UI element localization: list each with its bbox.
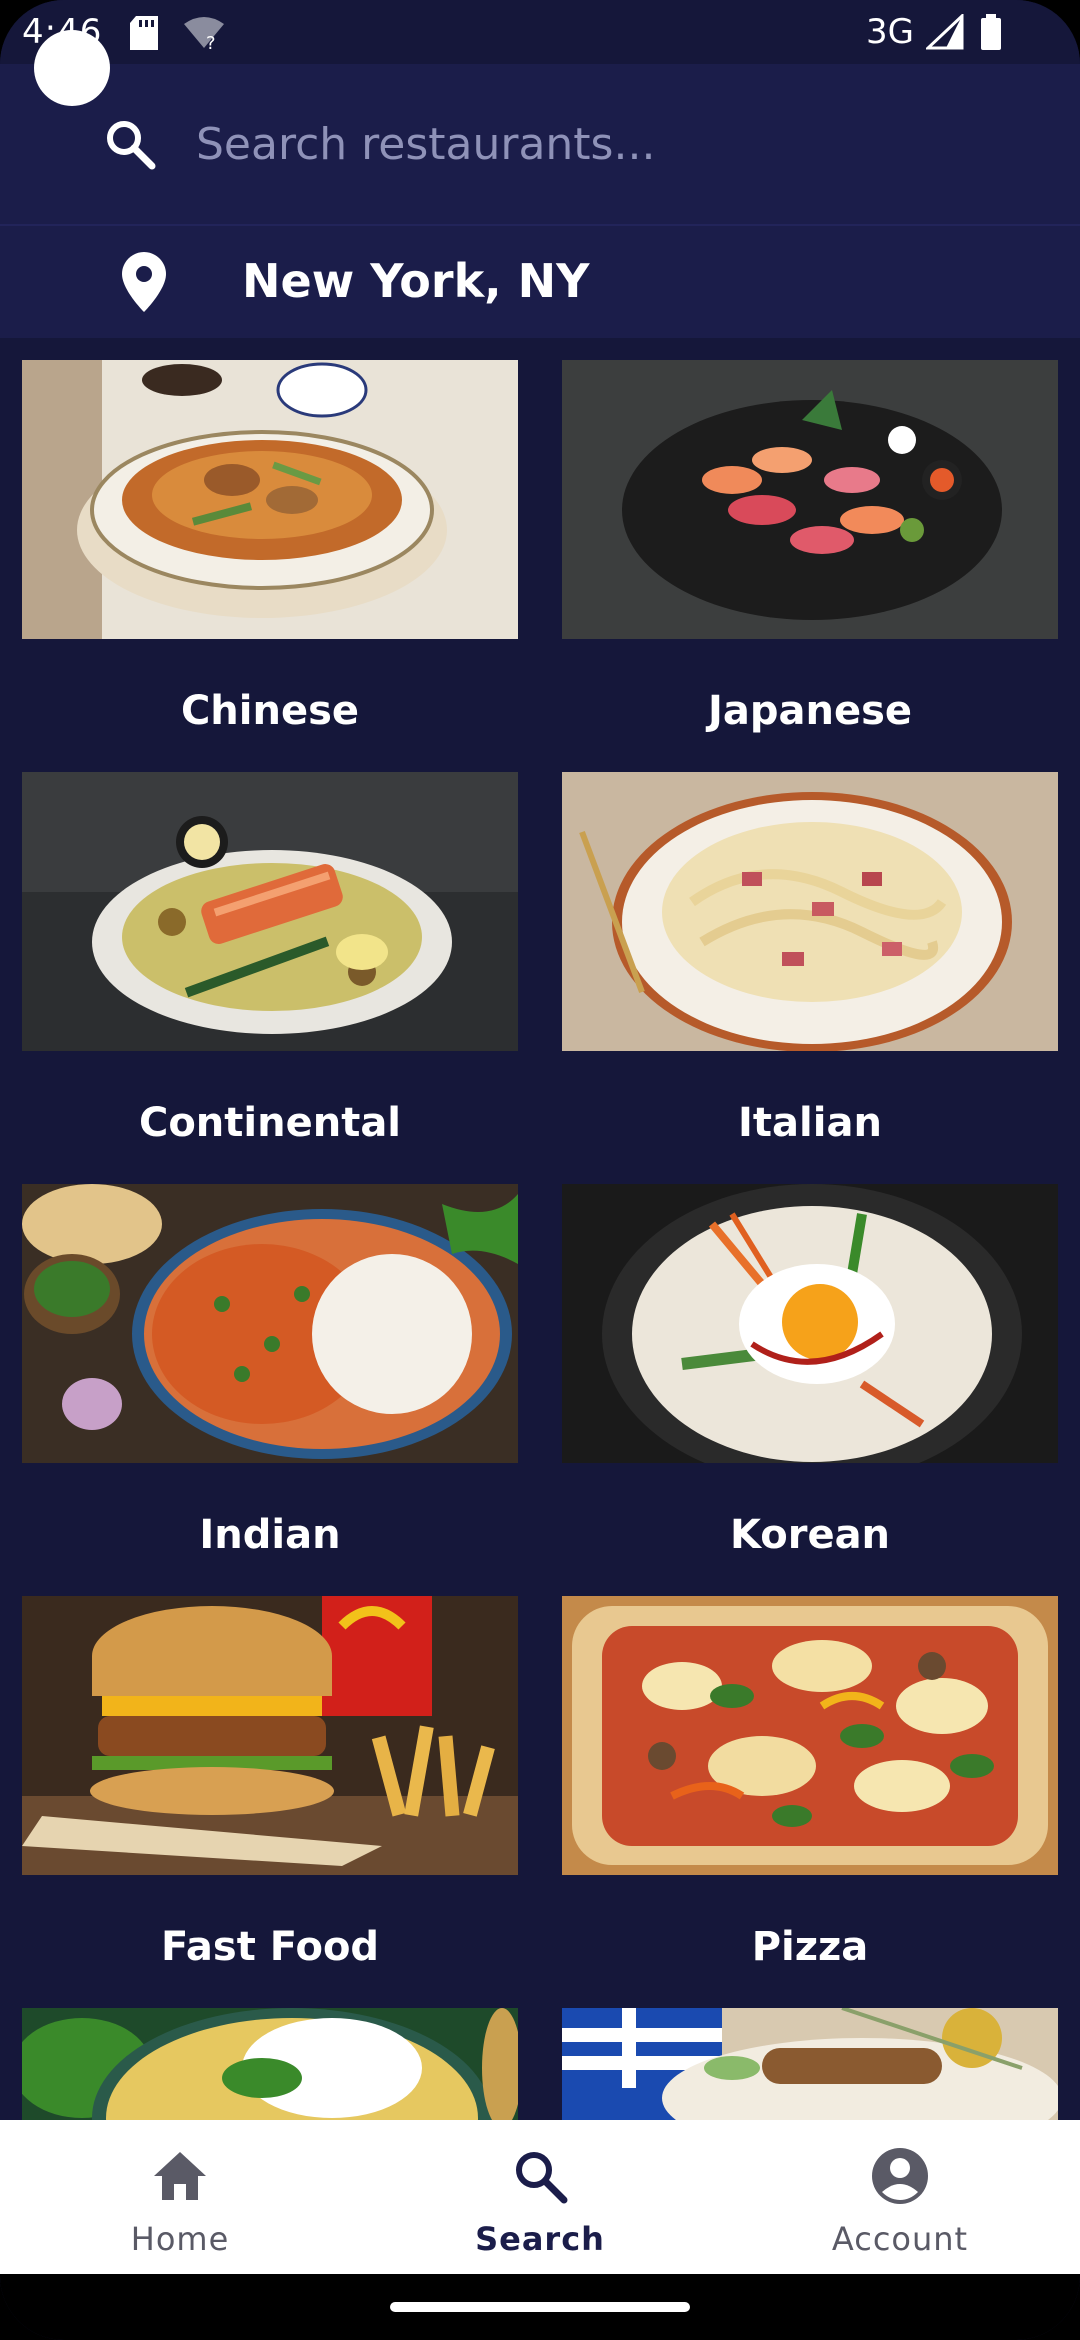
wifi-unknown-icon: ? [184,16,224,54]
account-icon [870,2146,930,2211]
nav-label-account: Account [831,2220,969,2258]
sd-card-icon [130,16,158,54]
cuisine-label: Korean [729,1512,891,1558]
search-icon[interactable] [102,116,158,177]
cuisine-label: Chinese [180,688,360,734]
camera-cutout [34,30,110,106]
gesture-area [0,2274,1080,2340]
search-bar [0,64,1080,224]
bottom-navigation: Home Search Account [0,2120,1080,2274]
cuisine-image-pizza [562,1596,1058,1875]
home-icon [150,2146,210,2211]
cuisine-image-italian [562,772,1058,1051]
search-icon [510,2146,570,2211]
signal-icon [924,12,964,54]
home-gesture-bar[interactable] [390,2302,690,2312]
cuisine-image-fast-food [22,1596,518,1875]
cuisine-label: Fast Food [160,1924,380,1970]
location-pin-icon [120,250,168,319]
nav-home[interactable]: Home [0,2120,360,2274]
cuisine-image-thai [22,2008,518,2120]
cuisine-label: Continental [138,1100,402,1146]
cuisine-image-indian [22,1184,518,1463]
search-input[interactable] [196,108,1016,180]
network-type: 3G [866,12,914,52]
cuisine-image-greek [562,2008,1058,2120]
nav-account[interactable]: Account [720,2120,1080,2274]
cuisine-image-continental [22,772,518,1051]
cuisine-grid: Chinese Japanese Continental Italian Ind… [0,338,1080,2120]
cuisine-label: Pizza [751,1924,869,1970]
location-text: New York, NY [242,254,590,308]
cuisine-label: Japanese [707,688,913,734]
status-bar: 4:46 ? 3G [0,0,1080,64]
nav-label-home: Home [130,2220,230,2258]
cuisine-image-japanese [562,360,1058,639]
cuisine-image-chinese [22,360,518,639]
cuisine-image-korean [562,1184,1058,1463]
svg-text:?: ? [206,33,216,50]
nav-label-search: Search [475,2220,605,2258]
app-screen: 4:46 ? 3G New York, NY [0,0,1080,2340]
nav-search[interactable]: Search [360,2120,720,2274]
cuisine-label: Indian [199,1512,341,1558]
battery-icon [980,14,1002,54]
cuisine-label: Italian [738,1100,882,1146]
location-selector[interactable]: New York, NY [0,224,1080,338]
